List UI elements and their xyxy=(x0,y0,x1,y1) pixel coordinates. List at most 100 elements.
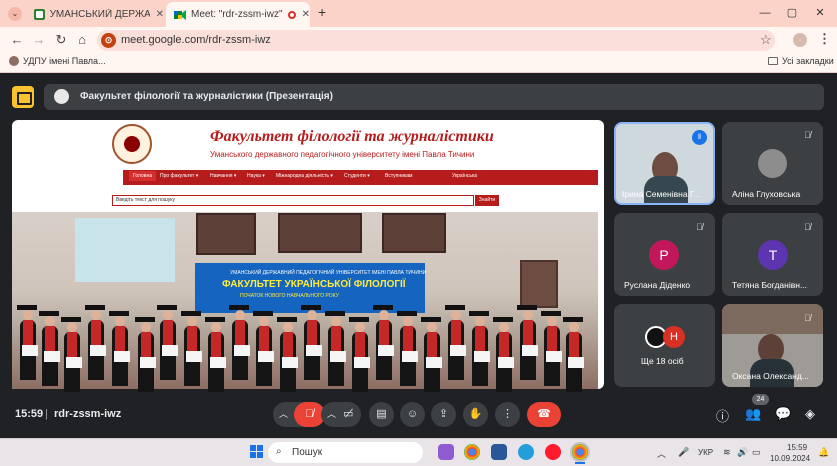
participant-name: Руслана Діденко xyxy=(624,280,691,290)
tab-university[interactable]: УМАНСЬКИЙ ДЕРЖАВНИЙ П ✕ xyxy=(26,3,164,25)
tab-meet[interactable]: Meet: "rdr-zssm-iwz" ✕ xyxy=(166,2,310,27)
url-text[interactable]: meet.google.com/rdr-zssm-iwz xyxy=(121,33,271,48)
participant-name: Оксана Олександ... xyxy=(732,371,809,381)
camera-off-icon[interactable]: ▭̸ xyxy=(343,402,353,427)
site-nav-study: Навчання ▾ xyxy=(210,173,237,179)
wall-portrait xyxy=(520,260,558,308)
search-icon: ⌕ xyxy=(276,446,282,457)
tab-search-button[interactable]: ⌄ xyxy=(8,7,22,21)
viber-icon[interactable] xyxy=(438,444,454,460)
windows-start-icon[interactable] xyxy=(250,445,263,458)
close-tab-icon[interactable]: ✕ xyxy=(302,9,310,20)
site-search-button: Знайти xyxy=(475,195,499,206)
site-subtitle: Уманського державного педагогічного унів… xyxy=(210,150,475,159)
volume-icon[interactable]: 🔊 xyxy=(737,447,748,458)
site-nav-home: Головна xyxy=(129,171,156,181)
projector-screen xyxy=(75,218,175,282)
participant-name: Ірина Семенівна Г... xyxy=(622,189,701,199)
opera-icon[interactable] xyxy=(545,444,561,460)
folder-icon xyxy=(768,57,778,65)
bookmark-label: УДПУ імені Павла... xyxy=(23,56,106,66)
battery-icon[interactable]: ▭ xyxy=(752,447,761,458)
mic-control[interactable]: ︿ 🎙̸ xyxy=(273,402,325,427)
telegram-icon[interactable] xyxy=(518,444,534,460)
input-language[interactable]: УКР xyxy=(698,448,713,457)
close-tab-icon[interactable]: ✕ xyxy=(156,9,164,20)
banner-line-2: ФАКУЛЬТЕТ УКРАЇНСЬКОЇ ФІЛОЛОГІЇ xyxy=(222,279,406,290)
chevron-up-icon[interactable]: ︿ xyxy=(657,447,666,460)
bookmark-item[interactable]: УДПУ імені Павла... xyxy=(9,56,106,66)
wall-portrait xyxy=(196,213,256,255)
all-bookmarks-button[interactable]: Усі закладки xyxy=(768,56,834,66)
wall-portrait xyxy=(382,213,446,253)
hang-up-icon: ☎ xyxy=(537,408,551,420)
site-search-placeholder: Введіть текст для пошуку xyxy=(116,197,176,203)
home-icon[interactable]: ⌂ xyxy=(74,32,90,48)
chevron-up-icon[interactable]: ︿ xyxy=(327,402,336,427)
presenter-avatar xyxy=(54,89,69,104)
participant-avatar xyxy=(758,149,787,178)
presentation-icon[interactable] xyxy=(12,86,34,108)
reload-icon[interactable]: ↻ xyxy=(53,32,69,48)
presentation-title: Факультет філології та журналістики (Пре… xyxy=(80,91,333,102)
site-nav-applicants: Вступникам xyxy=(385,173,413,179)
camera-control[interactable]: ︿ ▭̸ xyxy=(321,402,361,427)
banner-line-1: УМАНСЬКИЙ ДЕРЖАВНИЙ ПЕДАГОГІЧНИЙ УНІВЕРС… xyxy=(230,270,427,276)
speaking-indicator-icon: ⦀ xyxy=(692,130,707,145)
mic-off-icon: 🎙̸ xyxy=(804,130,811,140)
close-window-button[interactable]: ✕ xyxy=(805,3,835,23)
chrome-icon[interactable] xyxy=(570,442,590,462)
participant-avatar: Р xyxy=(649,240,679,270)
system-date[interactable]: 10.09.2024 xyxy=(770,454,810,463)
browser-menu-icon[interactable]: ⋮ xyxy=(818,31,831,47)
minimize-button[interactable]: — xyxy=(750,3,780,23)
site-nav-about: Про факультет ▾ xyxy=(160,173,199,179)
people-count-badge: 24 xyxy=(752,394,769,405)
bookmark-favicon-icon xyxy=(9,56,19,66)
chevron-up-icon[interactable]: ︿ xyxy=(279,402,288,427)
chat-icon[interactable]: 💬 xyxy=(775,406,791,422)
profile-avatar[interactable] xyxy=(793,33,807,47)
site-info-icon[interactable]: ⊙ xyxy=(101,33,116,48)
leave-call-button[interactable]: ☎ xyxy=(527,402,561,427)
chrome-icon[interactable] xyxy=(464,444,480,460)
reactions-button[interactable]: ☺ xyxy=(400,402,425,427)
system-time[interactable]: 15:59 xyxy=(787,443,807,452)
captions-icon: ▤ xyxy=(376,408,387,420)
activities-icon[interactable]: ◈ xyxy=(805,406,815,422)
wifi-icon[interactable]: ≋ xyxy=(723,447,731,458)
new-tab-button[interactable]: + xyxy=(318,4,326,20)
back-arrow-icon[interactable]: ← xyxy=(9,32,25,48)
tab-title: Meet: "rdr-zssm-iwz" xyxy=(191,9,283,20)
microphone-icon[interactable]: 🎤 xyxy=(678,447,689,458)
banner-line-3: ПОЧАТОК НОВОГО НАВЧАЛЬНОГО РОКУ xyxy=(240,293,339,299)
forward-arrow-icon[interactable]: → xyxy=(31,32,47,48)
present-button[interactable]: ⇪ xyxy=(431,402,456,427)
university-logo xyxy=(112,124,152,164)
notification-bell-icon[interactable]: 🔔 xyxy=(818,447,829,458)
more-participants-tile[interactable]: Н xyxy=(614,304,715,387)
maximize-button[interactable]: ▢ xyxy=(777,3,807,23)
site-favicon-icon xyxy=(34,8,45,20)
more-participants-label: Ще 18 осіб xyxy=(641,356,684,366)
meeting-code: rdr-zssm-iwz xyxy=(54,408,122,420)
people-icon[interactable]: 👥 xyxy=(745,406,761,422)
captions-button[interactable]: ▤ xyxy=(369,402,394,427)
raise-hand-button[interactable]: ✋ xyxy=(463,402,488,427)
meeting-info-icon[interactable]: ⓘ xyxy=(716,406,729,425)
site-nav-international: Міжнародна діяльність ▾ xyxy=(276,173,333,179)
hand-icon: ✋ xyxy=(468,408,483,420)
wall-portrait xyxy=(278,213,362,253)
more-vert-icon: ⋮ xyxy=(502,408,513,420)
participant-avatar: Н xyxy=(663,326,685,348)
participant-name: Аліна Глуховська xyxy=(732,189,801,199)
word-icon[interactable] xyxy=(491,444,507,460)
all-bookmarks-label: Усі закладки xyxy=(782,56,834,66)
separator: | xyxy=(45,408,48,420)
participant-avatar: Т xyxy=(758,240,788,270)
site-nav-language: Українська xyxy=(452,173,478,179)
more-options-button[interactable]: ⋮ xyxy=(495,402,520,427)
participant-name: Тетяна Богданівн... xyxy=(732,280,808,290)
bookmark-star-icon[interactable]: ☆ xyxy=(760,32,772,48)
bookmarks-bar xyxy=(0,53,837,73)
